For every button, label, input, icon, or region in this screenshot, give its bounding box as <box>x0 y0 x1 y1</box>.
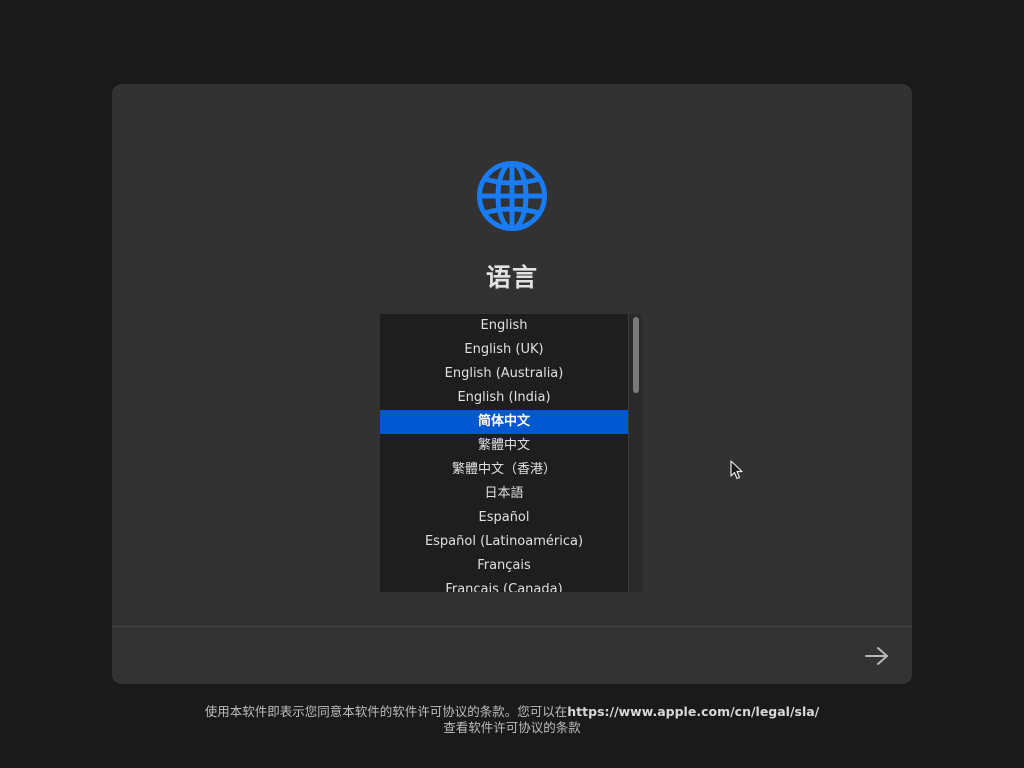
language-item[interactable]: English <box>380 314 628 338</box>
screen: { "title": "语言", "languages": [ "English… <box>0 0 1024 768</box>
language-item[interactable]: Español (Latinoamérica) <box>380 530 628 554</box>
license-text: 使用本软件即表示您同意本软件的软件许可协议的条款。您可以在https://www… <box>0 704 1024 736</box>
scrollbar-thumb[interactable] <box>633 317 639 393</box>
mouse-pointer-icon <box>730 460 743 480</box>
language-item[interactable]: 繁體中文（香港） <box>380 458 628 482</box>
footer-bar <box>112 626 912 684</box>
next-button[interactable] <box>860 641 894 671</box>
language-list[interactable]: English English (UK) English (Australia) En… <box>380 314 642 592</box>
language-item[interactable]: English (India) <box>380 386 628 410</box>
language-item[interactable]: 日本語 <box>380 482 628 506</box>
license-line-1: 使用本软件即表示您同意本软件的软件许可协议的条款。您可以在https://www… <box>0 704 1024 720</box>
language-item[interactable]: 简体中文 <box>380 410 628 434</box>
license-line-2: 查看软件许可协议的条款 <box>443 720 581 735</box>
license-url[interactable]: https://www.apple.com/cn/legal/sla/ <box>567 704 819 719</box>
language-list-scrollbar[interactable] <box>628 314 642 592</box>
license-line-1-text: 使用本软件即表示您同意本软件的软件许可协议的条款。您可以在 <box>204 704 568 719</box>
language-item[interactable]: Français <box>380 554 628 578</box>
page-title: 语言 <box>485 263 538 292</box>
arrow-right-icon <box>865 647 888 665</box>
language-item[interactable]: English (UK) <box>380 338 628 362</box>
language-item[interactable]: Français (Canada) <box>380 578 628 592</box>
language-item[interactable]: 繁體中文 <box>380 434 628 458</box>
globe-icon <box>477 161 547 231</box>
language-item[interactable]: Español <box>380 506 628 530</box>
language-setup-window: 语言 English English (UK) English (Australia… <box>112 84 912 684</box>
language-item[interactable]: English (Australia) <box>380 362 628 386</box>
language-list-items: English English (UK) English (Australia) En… <box>380 314 628 592</box>
